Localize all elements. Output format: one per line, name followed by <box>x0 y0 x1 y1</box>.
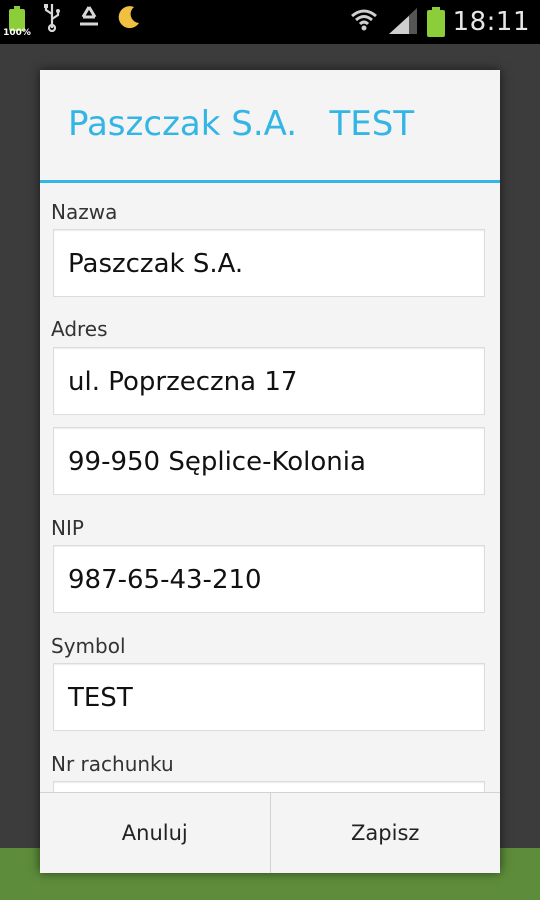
nip-field[interactable]: 987-65-43-210 <box>53 545 485 613</box>
battery-icon <box>426 7 445 37</box>
signal-icon <box>387 6 419 38</box>
symbol-label: Symbol <box>51 634 126 658</box>
status-bar: 100% 18:11 <box>0 0 540 44</box>
symbol-field[interactable]: TEST <box>53 663 485 731</box>
moon-icon <box>116 4 142 40</box>
cancel-button[interactable]: Anuluj <box>40 793 270 873</box>
wifi-icon <box>349 7 379 37</box>
recycle-icon <box>76 4 102 40</box>
nazwa-field[interactable]: Paszczak S.A. <box>53 229 485 297</box>
adres-line1-field[interactable]: ul. Poprzeczna 17 <box>53 347 485 415</box>
save-button[interactable]: Zapisz <box>269 793 501 873</box>
clock: 18:11 <box>452 7 530 37</box>
battery-percent: 100% <box>3 28 31 38</box>
nr-rachunku-label: Nr rachunku <box>51 752 174 776</box>
status-bar-left: 100% <box>3 4 142 40</box>
adres-line2-field[interactable]: 99-950 Sęplice-Kolonia <box>53 427 485 495</box>
nip-label: NIP <box>51 516 84 540</box>
nazwa-label: Nazwa <box>51 200 118 224</box>
status-bar-right: 18:11 <box>349 4 530 40</box>
adres-label: Adres <box>51 317 108 341</box>
edit-contractor-dialog: Paszczak S.A. TEST Nazwa Paszczak S.A. A… <box>40 70 500 873</box>
dialog-buttons: Anuluj Zapisz <box>40 792 500 873</box>
dialog-header: Paszczak S.A. TEST <box>40 70 500 183</box>
dialog-form: Nazwa Paszczak S.A. Adres ul. Poprzeczna… <box>40 183 500 793</box>
usb-icon <box>42 2 62 42</box>
dialog-title: Paszczak S.A. TEST <box>68 104 415 144</box>
battery-icon: 100% <box>3 6 31 38</box>
